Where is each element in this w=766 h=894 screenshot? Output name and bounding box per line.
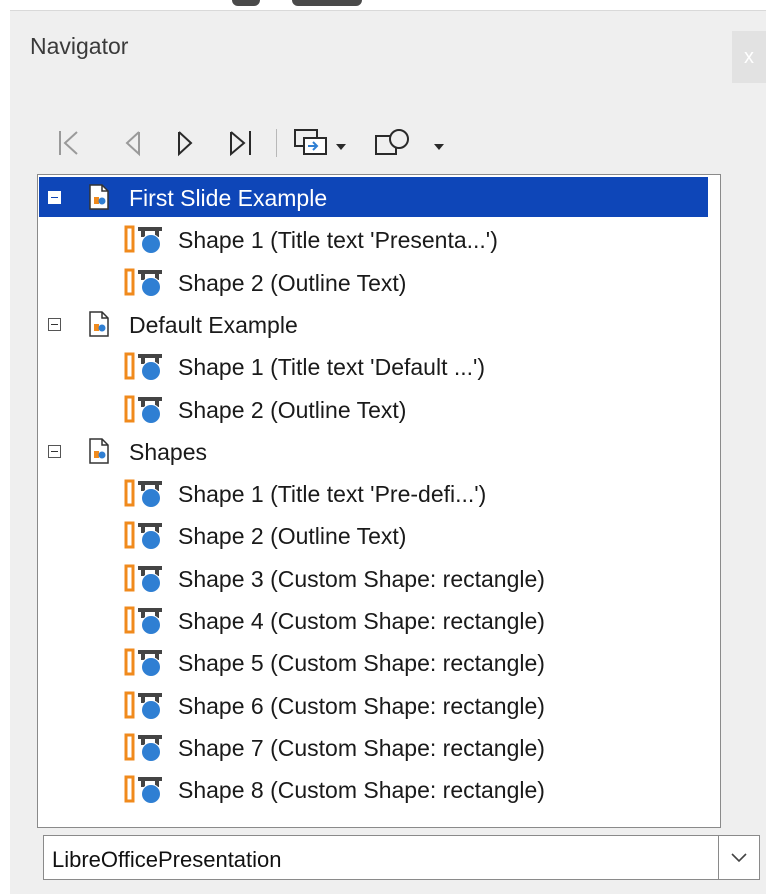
slide-icon xyxy=(88,438,110,469)
slide-row[interactable]: Default Example xyxy=(38,304,720,344)
background-strip xyxy=(0,0,766,10)
previous-icon xyxy=(125,131,140,157)
shape-object-icon xyxy=(124,775,168,810)
document-select-value: LibreOfficePresentation xyxy=(52,847,282,872)
shape-object-icon xyxy=(124,733,168,768)
close-button[interactable]: x xyxy=(732,31,766,83)
navigator-panel: Navigator x First Slide Example Shape 1 … xyxy=(10,10,766,894)
shape-label: Shape 2 (Outline Text) xyxy=(178,270,407,296)
shapes-icon xyxy=(375,129,444,155)
previous-slide-button[interactable] xyxy=(120,119,146,167)
shape-object-icon xyxy=(124,564,168,599)
drag-mode-button[interactable] xyxy=(292,119,354,167)
shape-label: Shape 7 (Custom Shape: rectangle) xyxy=(178,735,545,761)
panel-title: Navigator xyxy=(30,33,129,59)
next-icon xyxy=(178,131,193,157)
shape-label: Shape 6 (Custom Shape: rectangle) xyxy=(178,693,545,719)
close-icon: x xyxy=(744,46,754,68)
shapes-button[interactable] xyxy=(372,119,446,167)
shape-row[interactable]: Shape 6 (Custom Shape: rectangle) xyxy=(38,685,720,725)
shape-object-icon xyxy=(124,479,168,514)
shape-object-icon xyxy=(124,268,168,303)
next-slide-button[interactable] xyxy=(172,119,198,167)
shape-label: Shape 2 (Outline Text) xyxy=(178,523,407,549)
document-select[interactable]: LibreOfficePresentation xyxy=(43,835,760,880)
shape-object-icon xyxy=(124,225,168,260)
shape-row[interactable]: Shape 2 (Outline Text) xyxy=(38,515,720,555)
shape-label: Shape 5 (Custom Shape: rectangle) xyxy=(178,650,545,676)
slide-label: First Slide Example xyxy=(129,185,328,211)
shape-label: Shape 1 (Title text 'Pre-defi...') xyxy=(178,481,487,507)
first-icon xyxy=(59,131,78,155)
toolbar-separator xyxy=(274,119,278,167)
shape-object-icon xyxy=(124,521,168,556)
shape-row[interactable]: Shape 2 (Outline Text) xyxy=(38,262,720,302)
shape-object-icon xyxy=(124,395,168,430)
background-artifact xyxy=(292,0,362,6)
collapse-toggle[interactable] xyxy=(48,445,61,458)
shape-row[interactable]: Shape 1 (Title text 'Presenta...') xyxy=(38,219,720,259)
shape-object-icon xyxy=(124,648,168,683)
shape-row[interactable]: Shape 7 (Custom Shape: rectangle) xyxy=(38,727,720,767)
last-icon xyxy=(230,131,251,157)
shape-label: Shape 4 (Custom Shape: rectangle) xyxy=(178,608,545,634)
shape-object-icon xyxy=(124,352,168,387)
shape-row[interactable]: Shape 4 (Custom Shape: rectangle) xyxy=(38,600,720,640)
shape-label: Shape 8 (Custom Shape: rectangle) xyxy=(178,777,545,803)
collapse-toggle[interactable] xyxy=(48,191,61,204)
shape-object-icon xyxy=(124,691,168,726)
background-artifact xyxy=(232,0,260,6)
slide-label: Shapes xyxy=(129,439,208,465)
slide-icon xyxy=(88,311,110,342)
shape-row[interactable]: Shape 1 (Title text 'Default ...') xyxy=(38,346,720,386)
collapse-toggle[interactable] xyxy=(48,318,61,331)
shape-object-icon xyxy=(124,606,168,641)
navigator-tree[interactable]: First Slide Example Shape 1 (Title text '… xyxy=(37,174,721,828)
shape-label: Shape 3 (Custom Shape: rectangle) xyxy=(178,566,545,592)
slide-label: Default Example xyxy=(129,312,298,338)
shape-label: Shape 1 (Title text 'Presenta...') xyxy=(178,227,498,253)
background-edge xyxy=(0,10,10,893)
chevron-down-icon xyxy=(731,852,747,862)
shape-row[interactable]: Shape 1 (Title text 'Pre-defi...') xyxy=(38,473,720,513)
slide-row[interactable]: First Slide Example xyxy=(38,177,720,217)
slide-icon xyxy=(88,184,110,215)
drag-mode-icon xyxy=(294,129,346,155)
last-slide-button[interactable] xyxy=(224,119,258,167)
shape-label: Shape 2 (Outline Text) xyxy=(178,397,407,423)
shape-label: Shape 1 (Title text 'Default ...') xyxy=(178,354,486,380)
slide-row[interactable]: Shapes xyxy=(38,431,720,471)
shape-row[interactable]: Shape 2 (Outline Text) xyxy=(38,389,720,429)
dropdown-button[interactable] xyxy=(718,836,759,879)
first-slide-button[interactable] xyxy=(54,119,84,167)
shape-row[interactable]: Shape 5 (Custom Shape: rectangle) xyxy=(38,642,720,682)
shape-row[interactable]: Shape 8 (Custom Shape: rectangle) xyxy=(38,769,720,809)
shape-row[interactable]: Shape 3 (Custom Shape: rectangle) xyxy=(38,558,720,598)
